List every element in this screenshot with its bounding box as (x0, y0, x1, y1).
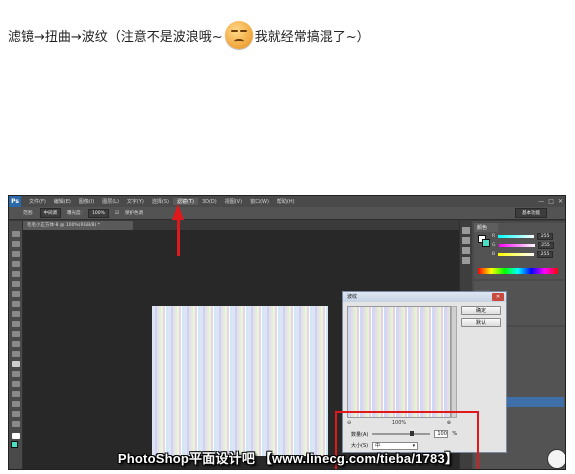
panel-background-swatch[interactable] (482, 239, 490, 247)
marquee-tool-icon[interactable] (12, 241, 20, 247)
range-label: 范围: (23, 211, 34, 216)
photoshop-window: Ps 文件(F) 编辑(E) 图像(I) 图层(L) 文字(Y) 选择(S) 滤… (8, 195, 566, 470)
history-brush-tool-icon[interactable] (12, 321, 20, 327)
cartoon-face-icon (547, 449, 565, 469)
green-slider[interactable] (498, 244, 535, 247)
quick-select-tool-icon[interactable] (12, 261, 20, 267)
blue-slider-row: B 255 (492, 251, 554, 258)
eraser-tool-icon[interactable] (12, 331, 20, 337)
frowning-face-icon (224, 21, 253, 49)
caption-text-after: 我就经常搞混了~） (254, 29, 370, 45)
blue-value[interactable]: 255 (537, 251, 554, 258)
type-tool-icon[interactable] (12, 381, 20, 387)
healing-tool-icon[interactable] (12, 291, 20, 297)
menu-type[interactable]: 文字(Y) (123, 198, 148, 205)
caption-text-before: 滤镜→扭曲→波纹（注意不是波浪哦~ (8, 29, 223, 45)
history-panel-icon[interactable] (462, 227, 470, 234)
red-slider-row: R 255 (492, 233, 554, 240)
stamp-tool-icon[interactable] (12, 311, 20, 317)
dialog-title-bar: 波纹 ✕ (343, 292, 506, 302)
blue-slider[interactable] (498, 253, 535, 256)
preview-scrollbar[interactable] (451, 306, 457, 418)
foreground-color-swatch[interactable] (12, 433, 20, 439)
lasso-tool-icon[interactable] (12, 251, 20, 257)
menu-image[interactable]: 图像(I) (75, 198, 98, 205)
dodge-tool-icon[interactable] (12, 361, 20, 367)
dialog-close-icon[interactable]: ✕ (492, 293, 504, 301)
menu-help[interactable]: 帮助(H) (273, 198, 299, 205)
move-tool-icon[interactable] (12, 231, 20, 237)
photoshop-logo: Ps (9, 196, 21, 207)
annotation-arrow-shaft (177, 218, 180, 256)
hand-tool-icon[interactable] (12, 411, 20, 417)
zoom-tool-icon[interactable] (12, 421, 20, 427)
menu-file[interactable]: 文件(F) (25, 198, 50, 205)
document-tab[interactable]: 毛毛小正方体-8 @ 100%(RGB/8) * (23, 221, 133, 230)
actions-panel-icon[interactable] (462, 237, 470, 244)
eyedropper-tool-icon[interactable] (12, 281, 20, 287)
menu-3d[interactable]: 3D(D) (198, 199, 221, 205)
tutorial-caption: 滤镜→扭曲→波纹（注意不是波浪哦~ 我就经常搞混了~） (8, 20, 370, 50)
menu-layer[interactable]: 图层(L) (98, 198, 123, 205)
options-bar: 范围: 中间调 曝光度: 100% ☑ 保护色调 基本功能 (9, 207, 565, 220)
green-slider-row: G 255 (492, 242, 554, 249)
pen-tool-icon[interactable] (12, 371, 20, 377)
maximize-icon[interactable]: □ (548, 198, 554, 205)
dialog-title: 波纹 (347, 294, 358, 300)
exposure-label: 曝光度: (67, 211, 83, 216)
menu-select[interactable]: 选择(S) (148, 198, 173, 205)
brush-tool-icon[interactable] (12, 301, 20, 307)
window-controls: — □ ✕ (538, 198, 565, 205)
protect-tones-checkbox[interactable]: ☑ (115, 211, 119, 216)
green-value[interactable]: 255 (537, 242, 554, 249)
path-select-tool-icon[interactable] (12, 391, 20, 397)
menu-edit[interactable]: 编辑(E) (50, 198, 75, 205)
red-value[interactable]: 255 (537, 233, 554, 240)
filter-preview[interactable] (347, 306, 451, 418)
menu-view[interactable]: 视图(V) (221, 198, 246, 205)
red-slider[interactable] (498, 235, 535, 238)
default-button[interactable]: 默认 (461, 318, 501, 327)
close-icon[interactable]: ✕ (558, 198, 563, 205)
info-panel-icon[interactable] (462, 257, 470, 264)
menu-bar: Ps 文件(F) 编辑(E) 图像(I) 图层(L) 文字(Y) 选择(S) 滤… (9, 196, 565, 207)
color-tab[interactable]: 颜色 (474, 223, 498, 232)
document-canvas[interactable] (152, 306, 328, 456)
exposure-input[interactable]: 100% (88, 208, 109, 218)
screenshot-stage: 滤镜→扭曲→波纹（注意不是波浪哦~ 我就经常搞混了~） Ps 文件(F) 编辑(… (0, 0, 575, 474)
shape-tool-icon[interactable] (12, 401, 20, 407)
tools-panel (9, 221, 23, 469)
properties-panel-icon[interactable] (462, 247, 470, 254)
blur-tool-icon[interactable] (12, 351, 20, 357)
minimize-icon[interactable]: — (538, 198, 544, 205)
crop-tool-icon[interactable] (12, 271, 20, 277)
ok-button[interactable]: 确定 (461, 306, 501, 315)
menu-window[interactable]: 窗口(W) (246, 198, 273, 205)
color-panel: 颜色 R 255 G 255 B 255 (474, 223, 565, 279)
range-select[interactable]: 中间调 (39, 208, 62, 218)
protect-tones-label: 保护色调 (124, 211, 143, 216)
gradient-tool-icon[interactable] (12, 341, 20, 347)
color-spectrum[interactable] (478, 268, 558, 274)
watermark-text: PhotoShop平面设计吧 【www.linecg.com/tieba/178… (117, 451, 459, 466)
workspace-select[interactable]: 基本功能 (515, 208, 547, 218)
